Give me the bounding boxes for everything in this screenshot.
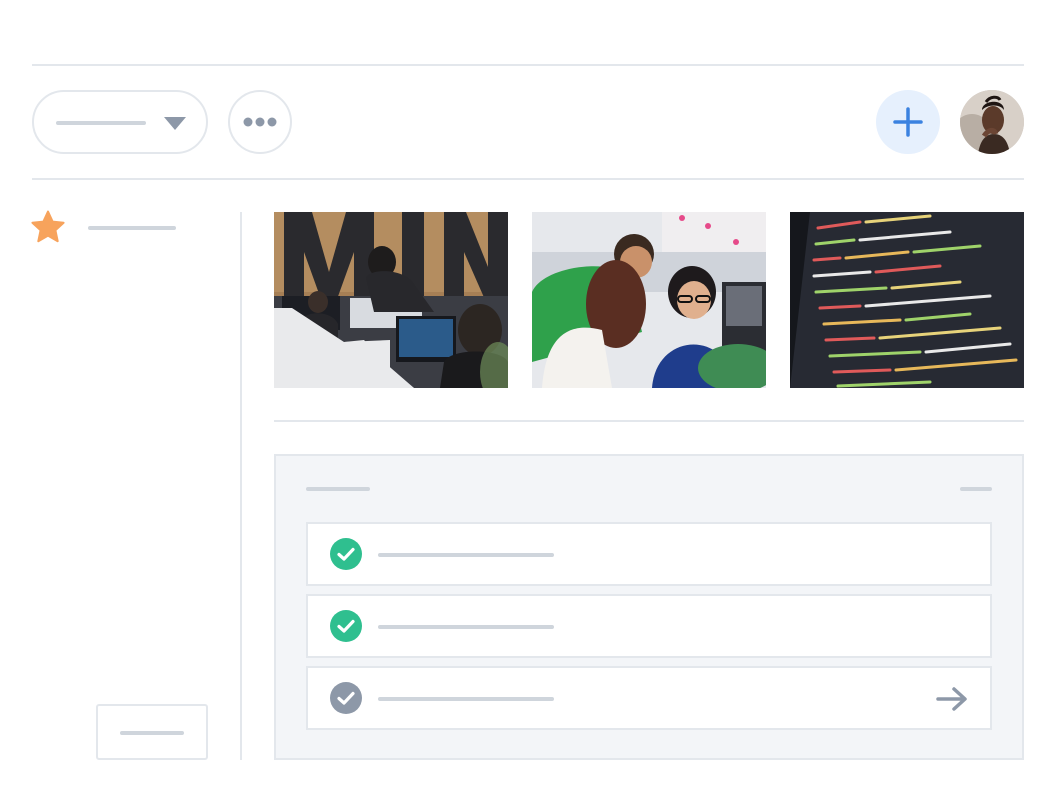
task-label	[378, 553, 554, 557]
toolbar-divider	[32, 178, 1024, 180]
avatar-image	[960, 90, 1024, 154]
star-icon[interactable]	[30, 210, 66, 244]
more-horizontal-icon	[243, 117, 277, 127]
chevron-down-icon	[164, 117, 186, 130]
office-workspace-photo[interactable]	[274, 212, 508, 388]
task-label	[378, 625, 554, 629]
app-window	[0, 0, 1056, 792]
task-label	[378, 697, 554, 701]
user-avatar[interactable]	[960, 90, 1024, 154]
filter-dropdown-label	[56, 121, 146, 125]
sidebar-footer-button-label	[120, 731, 184, 735]
task-panel	[274, 454, 1024, 760]
sidebar-footer-button[interactable]	[96, 704, 208, 760]
sidebar-item-label[interactable]	[88, 226, 176, 230]
task-item[interactable]	[306, 522, 992, 586]
plus-icon	[893, 107, 923, 137]
panel-action[interactable]	[960, 487, 992, 491]
filter-dropdown[interactable]	[32, 90, 208, 154]
arrow-right-icon[interactable]	[936, 686, 970, 712]
team-collaboration-photo[interactable]	[532, 212, 766, 388]
top-divider	[32, 64, 1024, 66]
check-circle-icon	[330, 682, 362, 714]
more-options-button[interactable]	[228, 90, 292, 154]
code-screen-photo[interactable]	[790, 212, 1024, 388]
add-button[interactable]	[876, 90, 940, 154]
gallery-divider	[274, 420, 1024, 422]
task-item[interactable]	[306, 594, 992, 658]
sidebar-divider	[240, 212, 242, 760]
panel-title	[306, 487, 370, 491]
task-item[interactable]	[306, 666, 992, 730]
check-circle-icon	[330, 610, 362, 642]
check-circle-icon	[330, 538, 362, 570]
